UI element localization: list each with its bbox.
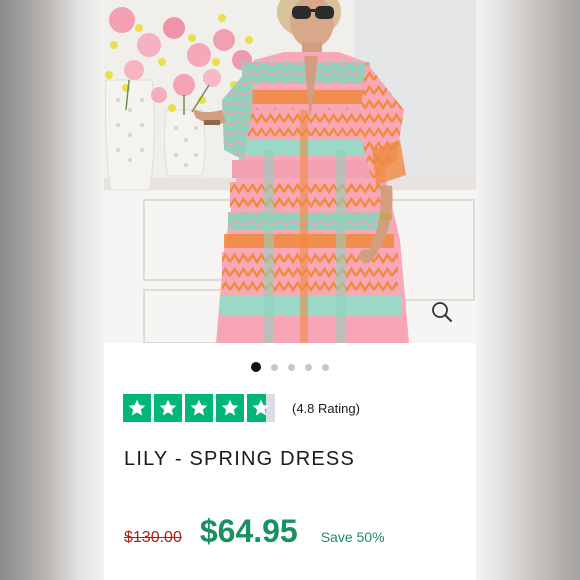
product-title: LILY - SPRING DRESS (124, 448, 356, 470)
star-icon (216, 394, 244, 422)
zoom-button[interactable] (430, 300, 454, 324)
rating-row: (4.8 Rating) (123, 394, 360, 422)
save-badge: Save 50% (320, 529, 385, 545)
gallery-dot-2[interactable] (271, 363, 278, 371)
gallery-dot-3[interactable] (288, 363, 295, 371)
product-photo-illustration (104, 0, 476, 343)
gallery-pagination (104, 361, 476, 373)
product-card: (4.8 Rating) LILY - SPRING DRESS $130.00… (104, 0, 476, 580)
gallery-dot-1[interactable] (251, 362, 261, 372)
rating-text[interactable]: (4.8 Rating) (292, 401, 360, 416)
sale-price: $64.95 (199, 513, 298, 549)
star-partial-icon (247, 394, 275, 422)
gallery-dot-4[interactable] (305, 363, 312, 371)
magnifier-icon (432, 302, 452, 322)
star-icon (154, 394, 182, 422)
star-icon (123, 394, 151, 422)
original-price: $130.00 (124, 529, 182, 546)
product-image[interactable] (104, 0, 476, 343)
star-icon (185, 394, 213, 422)
gallery-dot-5[interactable] (322, 363, 329, 371)
price-row: $130.00 $64.95 Save 50% (124, 513, 385, 553)
rating-stars (123, 394, 275, 422)
page-background: (4.8 Rating) LILY - SPRING DRESS $130.00… (0, 0, 580, 580)
